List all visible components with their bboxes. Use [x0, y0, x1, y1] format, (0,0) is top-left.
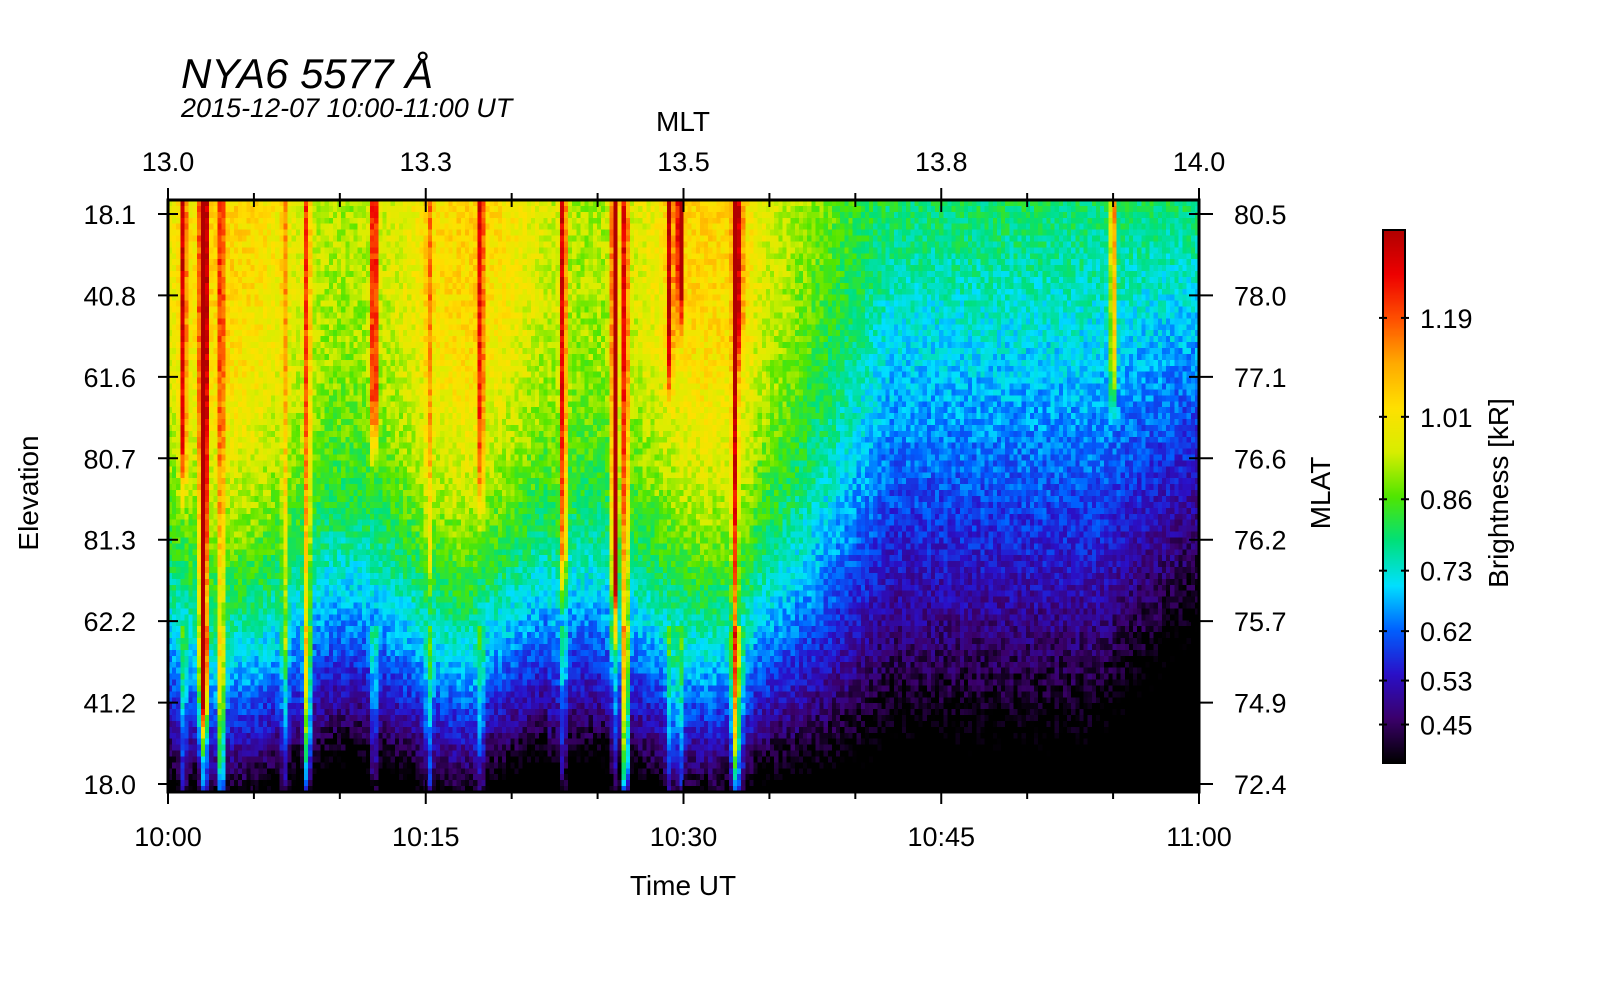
- y-tick-label-left: 62.2: [83, 607, 136, 637]
- x-axis-label: Time UT: [630, 870, 736, 901]
- colorbar-tick-label: 0.86: [1420, 485, 1473, 515]
- y-tick-label-right: 76.6: [1234, 444, 1287, 474]
- y-axis-label: Elevation: [13, 435, 44, 550]
- right-axis-label: MLAT: [1305, 457, 1336, 530]
- x-tick-label: 10:00: [134, 822, 202, 852]
- top-axis-label: MLT: [656, 106, 710, 137]
- heatmap-image: [168, 200, 1199, 792]
- top-tick-label: 14.0: [1173, 147, 1226, 177]
- figure: NYA6 5577 Å 2015-12-07 10:00-11:00 UT ML…: [0, 0, 1600, 1000]
- colorbar-label: Brightness [kR]: [1483, 398, 1514, 588]
- y-tick-label-right: 72.4: [1234, 770, 1287, 800]
- top-tick-label: 13.0: [142, 147, 195, 177]
- x-tick-label: 10:15: [392, 822, 460, 852]
- colorbar: 1.19 1.01 0.86 0.73 0.62 0.53 0.45: [1379, 229, 1473, 764]
- y-tick-label-left: 81.3: [83, 526, 136, 556]
- y-tick-label-left: 18.0: [83, 770, 136, 800]
- y-tick-label-left: 61.6: [83, 363, 136, 393]
- chart-subtitle: 2015-12-07 10:00-11:00 UT: [180, 93, 515, 123]
- y-tick-label-left: 40.8: [83, 281, 136, 311]
- colorbar-tick-label: 0.62: [1420, 617, 1473, 647]
- y-tick-label-right: 75.7: [1234, 607, 1287, 637]
- colorbar-tick-label: 1.01: [1420, 403, 1473, 433]
- y-tick-label-right: 74.9: [1234, 689, 1287, 719]
- y-tick-label-left: 18.1: [83, 200, 136, 230]
- x-tick-label: 10:45: [907, 822, 975, 852]
- x-tick-label: 10:30: [650, 822, 718, 852]
- y-tick-label-left: 80.7: [83, 444, 136, 474]
- colorbar-tick-label: 1.19: [1420, 304, 1473, 334]
- keogram-chart: NYA6 5577 Å 2015-12-07 10:00-11:00 UT ML…: [13, 50, 1514, 901]
- keogram-raster: [168, 200, 1199, 792]
- y-tick-label-right: 78.0: [1234, 281, 1287, 311]
- top-tick-label: 13.3: [399, 147, 452, 177]
- chart-title: NYA6 5577 Å: [181, 50, 433, 97]
- y-tick-label-right: 77.1: [1234, 363, 1287, 393]
- y-tick-label-right: 80.5: [1234, 200, 1287, 230]
- top-tick-label: 13.5: [657, 147, 710, 177]
- colorbar-tick-label: 0.45: [1420, 711, 1473, 741]
- top-tick-label: 13.8: [915, 147, 968, 177]
- colorbar-tick-label: 0.53: [1420, 667, 1473, 697]
- y-tick-label-left: 41.2: [83, 689, 136, 719]
- y-tick-label-right: 76.2: [1234, 526, 1287, 556]
- colorbar-gradient: [1383, 230, 1405, 763]
- colorbar-tick-label: 0.73: [1420, 557, 1473, 587]
- x-tick-label: 11:00: [1166, 822, 1232, 852]
